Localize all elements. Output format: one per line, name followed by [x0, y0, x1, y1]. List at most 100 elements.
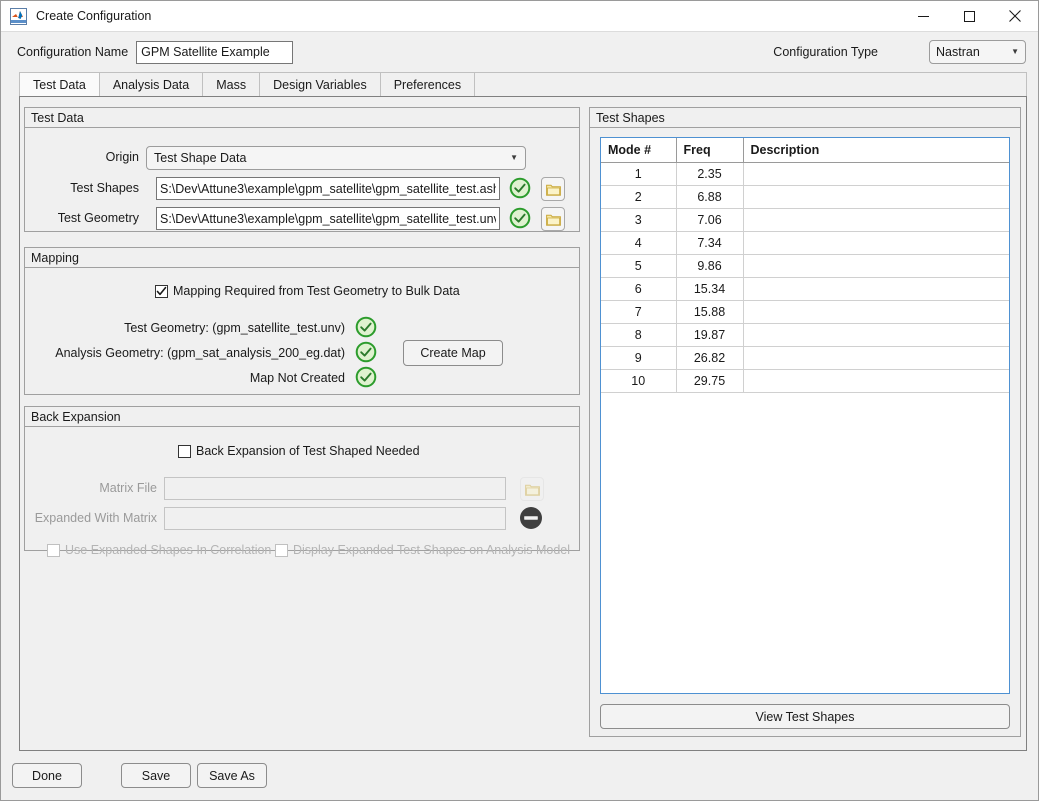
save-as-button[interactable]: Save As	[197, 763, 267, 788]
cell-freq[interactable]: 7.06	[676, 208, 744, 232]
origin-value: Test Shape Data	[154, 151, 247, 165]
ok-check-icon	[355, 341, 377, 363]
mapping-map-status-label: Map Not Created	[249, 371, 345, 385]
checkbox-label: Mapping Required from Test Geometry to B…	[173, 284, 460, 298]
close-icon[interactable]	[992, 1, 1038, 31]
use-expanded-shapes-checkbox[interactable]: Use Expanded Shapes In Correlation	[47, 543, 271, 557]
table-row[interactable]: 1 2.35	[601, 162, 1009, 186]
cell-freq[interactable]: 9.86	[676, 254, 744, 278]
cell-mode[interactable]: 8	[601, 323, 677, 347]
cell-description[interactable]	[743, 208, 1009, 232]
expanded-with-matrix-label: Expanded With Matrix	[34, 511, 157, 525]
cell-description[interactable]	[743, 231, 1009, 255]
mapping-required-checkbox[interactable]: Mapping Required from Test Geometry to B…	[155, 284, 460, 298]
cell-mode[interactable]: 10	[601, 369, 677, 393]
save-as-button-label: Save As	[209, 768, 255, 783]
maximize-icon[interactable]	[946, 1, 992, 31]
cell-mode[interactable]: 3	[601, 208, 677, 232]
cell-freq[interactable]: 2.35	[676, 162, 744, 186]
tab-mass[interactable]: Mass	[202, 72, 261, 96]
create-configuration-window: Create Configuration Configuration Name …	[0, 0, 1039, 801]
test-shapes-table[interactable]: Mode # Freq Description 1 2.35 2 6.88 3 7.06 4…	[600, 137, 1010, 694]
folder-icon	[524, 484, 540, 496]
cell-mode[interactable]: 2	[601, 185, 677, 209]
cell-freq[interactable]: 19.87	[676, 323, 744, 347]
footer-bar: Done Save Save As	[1, 751, 1038, 800]
cell-mode[interactable]: 4	[601, 231, 677, 255]
configuration-type-label: Configuration Type	[773, 45, 878, 59]
column-header-description[interactable]: Description	[743, 138, 1009, 163]
table-row[interactable]: 9 26.82	[601, 346, 1009, 370]
table-row[interactable]: 5 9.86	[601, 254, 1009, 278]
tab-analysis-data[interactable]: Analysis Data	[98, 72, 204, 96]
configuration-name-label: Configuration Name	[17, 45, 129, 59]
checkbox-box	[275, 543, 288, 557]
done-button-label: Done	[32, 768, 62, 783]
create-map-button[interactable]: Create Map	[403, 340, 503, 366]
window-title: Create Configuration	[36, 9, 152, 23]
cell-mode[interactable]: 5	[601, 254, 677, 278]
cell-mode[interactable]: 9	[601, 346, 677, 370]
tab-filler	[474, 72, 1027, 96]
test-data-tab-panel: Test Data Origin Test Shape Data ▼ Test …	[19, 96, 1027, 751]
cell-freq[interactable]: 15.34	[676, 277, 744, 301]
save-button[interactable]: Save	[121, 763, 191, 788]
configuration-type-select[interactable]: Nastran ▼	[929, 40, 1026, 64]
expanded-with-matrix-input[interactable]	[164, 507, 506, 530]
cell-mode[interactable]: 1	[601, 162, 677, 186]
tab-preferences[interactable]: Preferences	[379, 72, 476, 96]
ok-check-icon	[355, 316, 377, 338]
origin-select[interactable]: Test Shape Data ▼	[146, 146, 526, 170]
test-geometry-browse-button[interactable]	[541, 207, 565, 231]
table-row[interactable]: 3 7.06	[601, 208, 1009, 232]
test-shapes-path-input[interactable]	[156, 177, 500, 200]
configuration-name-input[interactable]	[136, 40, 294, 64]
cell-description[interactable]	[743, 254, 1009, 278]
cell-mode[interactable]: 7	[601, 300, 677, 324]
table-row[interactable]: 8 19.87	[601, 323, 1009, 347]
cell-freq[interactable]: 7.34	[676, 231, 744, 255]
tab-label: Design Variables	[273, 77, 367, 92]
tab-test-data[interactable]: Test Data	[19, 72, 100, 96]
table-row[interactable]: 10 29.75	[601, 369, 1009, 393]
checkbox-box	[178, 444, 191, 458]
cell-freq[interactable]: 15.88	[676, 300, 744, 324]
matrix-file-input[interactable]	[164, 477, 506, 500]
back-expansion-group-title: Back Expansion	[25, 407, 579, 427]
cell-freq[interactable]: 6.88	[676, 185, 744, 209]
cell-description[interactable]	[743, 323, 1009, 347]
cell-freq[interactable]: 29.75	[676, 369, 744, 393]
test-shapes-browse-button[interactable]	[541, 177, 565, 201]
column-header-freq[interactable]: Freq	[676, 138, 744, 163]
matrix-file-browse-button[interactable]	[520, 477, 544, 501]
tab-bar: Test Data Analysis Data Mass Design Vari…	[19, 72, 1027, 96]
back-expansion-needed-checkbox[interactable]: Back Expansion of Test Shaped Needed	[178, 444, 420, 458]
cell-description[interactable]	[743, 300, 1009, 324]
mapping-test-geometry-label: Test Geometry: (gpm_satellite_test.unv)	[124, 321, 345, 335]
test-geometry-path-input[interactable]	[156, 207, 500, 230]
table-row[interactable]: 7 15.88	[601, 300, 1009, 324]
save-button-label: Save	[141, 768, 171, 783]
table-row[interactable]: 2 6.88	[601, 185, 1009, 209]
create-map-button-label: Create Map	[420, 346, 486, 360]
cell-description[interactable]	[743, 346, 1009, 370]
view-test-shapes-button[interactable]: View Test Shapes	[600, 704, 1010, 729]
configuration-header: Configuration Name Configuration Type Na…	[1, 32, 1038, 72]
test-shapes-group: Test Shapes Mode # Freq Description 1 2.3…	[589, 107, 1021, 737]
cell-description[interactable]	[743, 369, 1009, 393]
table-row[interactable]: 4 7.34	[601, 231, 1009, 255]
table-row[interactable]: 6 15.34	[601, 277, 1009, 301]
cell-description[interactable]	[743, 185, 1009, 209]
done-button[interactable]: Done	[12, 763, 82, 788]
column-header-mode[interactable]: Mode #	[601, 138, 677, 163]
cell-mode[interactable]: 6	[601, 277, 677, 301]
display-expanded-shapes-checkbox[interactable]: Display Expanded Test Shapes on Analysis…	[275, 543, 570, 557]
mapping-group: Mapping Mapping Required from Test Geome…	[24, 247, 580, 395]
cell-description[interactable]	[743, 277, 1009, 301]
tab-design-variables[interactable]: Design Variables	[259, 72, 381, 96]
tab-label: Preferences	[393, 77, 462, 92]
matrix-file-label: Matrix File	[99, 481, 157, 495]
cell-description[interactable]	[743, 162, 1009, 186]
cell-freq[interactable]: 26.82	[676, 346, 744, 370]
minimize-icon[interactable]	[900, 1, 946, 31]
